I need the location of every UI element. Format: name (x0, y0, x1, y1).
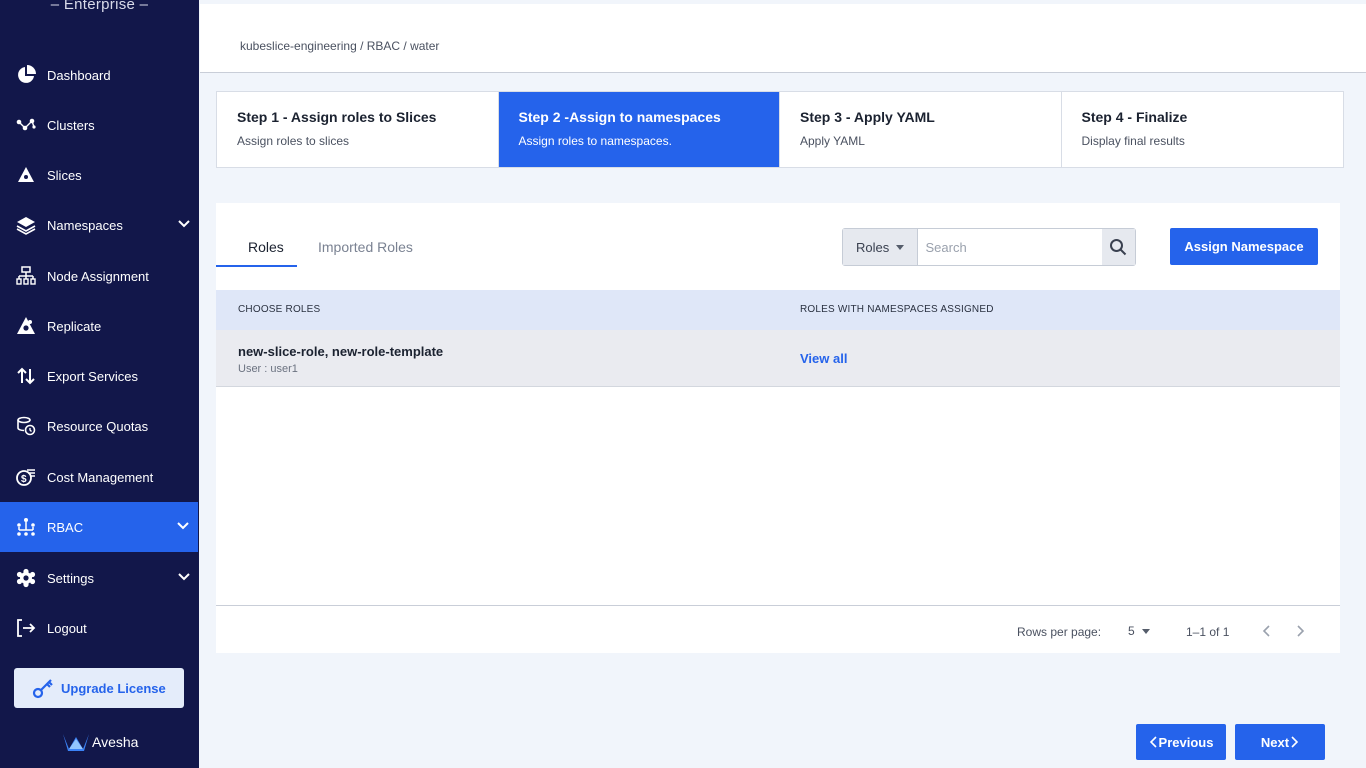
sidebar-item-label: Clusters (47, 117, 95, 133)
sidebar-item-slices[interactable]: Slices (0, 150, 199, 200)
step-title: Step 1 - Assign roles to Slices (237, 109, 437, 125)
sidebar-item-node-assignment[interactable]: Node Assignment (0, 251, 199, 301)
rows-per-page-value: 5 (1128, 624, 1135, 638)
sidebar-item-label: Logout (47, 620, 87, 636)
gear-icon (16, 568, 36, 588)
view-all-link[interactable]: View all (800, 351, 847, 366)
search-filter-value: Roles (856, 239, 890, 255)
search-filter-select[interactable]: Roles (843, 229, 918, 265)
previous-label: Previous (1158, 734, 1214, 750)
sidebar-item-label: Slices (47, 167, 82, 183)
step-title: Step 4 - Finalize (1081, 109, 1188, 125)
rows-per-page-select[interactable]: 5 (1128, 624, 1150, 638)
hierarchy-icon (16, 266, 36, 286)
step-subtitle: Display final results (1081, 134, 1185, 148)
avesha-logo: Avesha (62, 731, 138, 753)
sidebar-item-label: Namespaces (47, 217, 123, 233)
search-button[interactable] (1101, 229, 1135, 265)
upgrade-license-button[interactable]: Upgrade License (14, 668, 184, 708)
step-title: Step 2 -Assign to namespaces (518, 109, 721, 125)
replicate-icon (16, 316, 36, 336)
chevron-down-icon (178, 573, 190, 581)
step-subtitle: Assign roles to slices (237, 134, 350, 148)
step-4[interactable]: Step 4 - Finalize Display final results (1062, 92, 1344, 167)
chevron-left-icon (1149, 736, 1157, 748)
rbac-icon (16, 517, 36, 537)
sidebar: – Enterprise – Dashboard Clusters Slices… (0, 0, 199, 768)
chevron-right-icon (1291, 736, 1299, 748)
chevron-down-icon (177, 522, 189, 530)
sidebar-item-logout[interactable]: Logout (0, 603, 199, 653)
page-range: 1–1 of 1 (1186, 625, 1230, 639)
sidebar-item-dashboard[interactable]: Dashboard (0, 50, 199, 100)
chevron-right-icon[interactable] (1290, 621, 1310, 641)
sidebar-item-label: Resource Quotas (47, 418, 149, 434)
sidebar-item-label: Replicate (47, 318, 102, 334)
slice-icon (16, 165, 36, 185)
brand-subtitle: – Enterprise – (50, 0, 149, 13)
sidebar-item-label: Export Services (47, 368, 139, 384)
step-3[interactable]: Step 3 - Apply YAML Apply YAML (780, 92, 1062, 167)
sidebar-item-namespaces[interactable]: Namespaces (0, 200, 199, 250)
step-subtitle: Apply YAML (800, 134, 865, 148)
network-icon (16, 115, 36, 135)
sidebar-item-label: Dashboard (47, 67, 111, 83)
sidebar-item-settings[interactable]: Settings (0, 553, 199, 603)
tab-imported-roles[interactable]: Imported Roles (318, 239, 413, 255)
swap-vertical-icon (16, 366, 36, 386)
logout-icon (16, 618, 36, 638)
breadcrumb: kubeslice-engineering / RBAC / water (240, 39, 440, 53)
crown-logo-icon (63, 734, 89, 751)
pie-chart-icon (16, 65, 36, 85)
next-label: Next (1260, 734, 1290, 750)
sidebar-item-label: Cost Management (47, 469, 154, 485)
header: kubeslice-engineering / RBAC / water (200, 4, 1366, 73)
active-tab-indicator (216, 265, 297, 267)
column-header-choose-roles: CHOOSE ROLES (238, 304, 321, 315)
chevron-left-icon[interactable] (1257, 621, 1277, 641)
table-pagination: Rows per page: 5 1–1 of 1 (216, 605, 1340, 653)
svg-text:$: $ (21, 474, 27, 485)
chevron-down-icon (178, 220, 190, 228)
row-user: User : user1 (238, 363, 298, 375)
search-input[interactable] (917, 229, 1102, 265)
sidebar-item-cost-management[interactable]: $ Cost Management (0, 452, 199, 502)
step-title: Step 3 - Apply YAML (800, 109, 935, 125)
sidebar-item-label: RBAC (47, 519, 84, 535)
sidebar-item-export-services[interactable]: Export Services (0, 351, 199, 401)
sidebar-item-replicate[interactable]: Replicate (0, 301, 199, 351)
assign-namespace-button[interactable]: Assign Namespace (1170, 228, 1318, 265)
next-button[interactable]: Next (1235, 724, 1325, 760)
row-roles: new-slice-role, new-role-template (238, 344, 444, 359)
stepper: Step 1 - Assign roles to Slices Assign r… (216, 91, 1344, 168)
sidebar-item-rbac[interactable]: RBAC (0, 502, 198, 552)
caret-down-icon (896, 244, 905, 250)
key-icon (32, 679, 53, 699)
previous-button[interactable]: Previous (1136, 724, 1226, 760)
caret-down-icon (1141, 628, 1150, 634)
layers-icon (16, 215, 36, 235)
quota-icon (16, 416, 36, 436)
search-bar: Roles (842, 228, 1136, 266)
sidebar-item-label: Node Assignment (47, 268, 149, 284)
rows-per-page-label: Rows per page: (1017, 625, 1102, 639)
table-header: CHOOSE ROLES ROLES WITH NAMESPACES ASSIG… (216, 290, 1340, 330)
sidebar-item-clusters[interactable]: Clusters (0, 100, 199, 150)
sidebar-item-resource-quotas[interactable]: Resource Quotas (0, 401, 199, 451)
step-2[interactable]: Step 2 -Assign to namespaces Assign role… (498, 92, 780, 167)
tab-roles[interactable]: Roles (248, 239, 284, 255)
logo-text: Avesha (92, 734, 139, 750)
upgrade-license-label: Upgrade License (61, 680, 166, 696)
search-icon (1110, 239, 1127, 256)
roles-card: Roles Imported Roles Roles Assign Namesp… (216, 203, 1340, 653)
coins-icon: $ (16, 467, 36, 487)
step-subtitle: Assign roles to namespaces. (518, 134, 672, 148)
step-1[interactable]: Step 1 - Assign roles to Slices Assign r… (217, 92, 499, 167)
column-header-roles-with-namespaces: ROLES WITH NAMESPACES ASSIGNED (800, 304, 994, 315)
sidebar-item-label: Settings (47, 570, 94, 586)
table-row[interactable]: new-slice-role, new-role-template User :… (216, 330, 1340, 387)
